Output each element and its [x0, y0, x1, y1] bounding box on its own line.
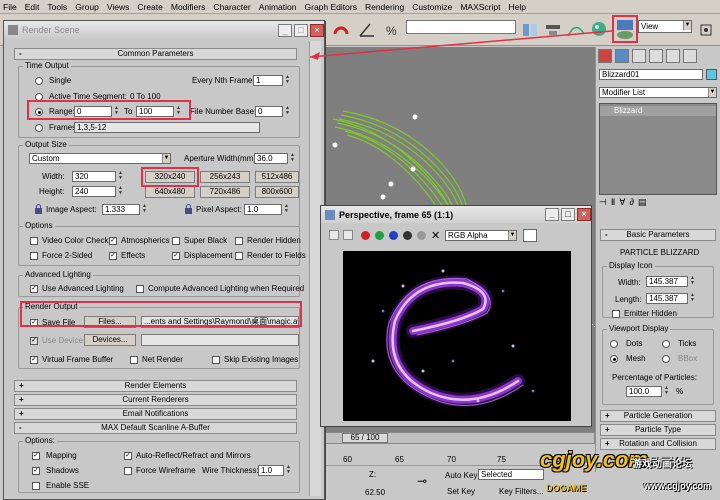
red-channel-icon[interactable]	[361, 231, 370, 240]
frame-close-button[interactable]: ×	[577, 208, 591, 221]
save-image-icon[interactable]	[329, 230, 339, 240]
green-channel-icon[interactable]	[375, 231, 384, 240]
alpha-channel-icon[interactable]	[403, 231, 412, 240]
rendered-particle-image	[371, 269, 535, 407]
perspective-window-title: Perspective, frame 65 (1:1)	[339, 209, 454, 220]
perspective-frame-window: Perspective, frame 65 (1:1) _ □ × ✕ RGB …	[320, 205, 592, 427]
frame-minimize-button[interactable]: _	[545, 208, 559, 221]
annotation-arrowhead	[310, 52, 320, 60]
monochrome-icon[interactable]	[417, 231, 426, 240]
color-swatch[interactable]	[523, 229, 537, 242]
clone-window-icon[interactable]	[343, 230, 353, 240]
clear-icon[interactable]: ✕	[431, 229, 440, 242]
perspective-window-titlebar[interactable]: Perspective, frame 65 (1:1) _ □ ×	[321, 206, 591, 223]
frame-window-app-icon	[325, 209, 335, 220]
frame-maximize-button[interactable]: □	[561, 208, 575, 221]
frame-toolbar: ✕ RGB Alpha ▼	[327, 228, 587, 244]
channel-dropdown[interactable]: RGB Alpha ▼	[445, 230, 517, 241]
annotation-line	[309, 30, 613, 58]
blue-channel-icon[interactable]	[389, 231, 398, 240]
rendered-frame	[343, 251, 571, 421]
